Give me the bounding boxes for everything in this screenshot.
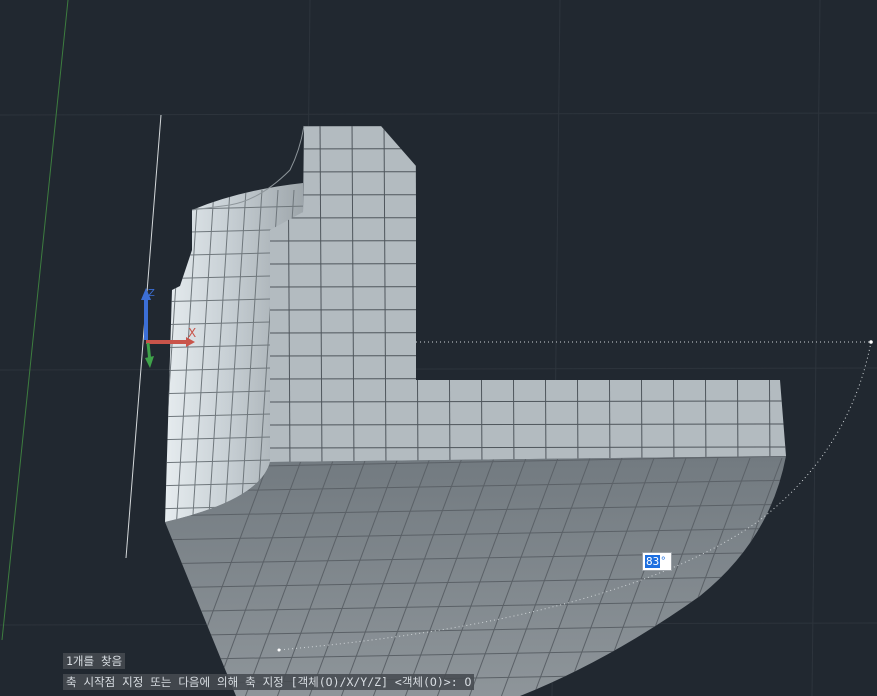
y-axis-line: [1, 0, 69, 641]
grid-line: [811, 0, 821, 696]
construction-line: [125, 114, 162, 559]
mesh-line: [270, 126, 786, 127]
command-prompt-line[interactable]: 축 시작점 지정 또는 다음에 의해 축 지정 [객체(O)/X/Y/Z] <객…: [63, 674, 475, 690]
angle-value[interactable]: 83: [645, 555, 661, 568]
grid-line: [0, 112, 877, 116]
angle-unit: °: [660, 556, 667, 567]
command-history-line: 1개를 찾음: [63, 653, 126, 669]
model-space-canvas[interactable]: Z X: [0, 0, 877, 696]
revolve-end-point[interactable]: [277, 648, 281, 652]
ucs-x-label: X: [188, 326, 196, 340]
drawing-viewport[interactable]: Z X 83° 1개를 찾음 축 시작점 지정 또는 다음에 의해 축 지정 […: [0, 0, 877, 696]
revolve-grip-point[interactable]: [869, 340, 873, 344]
grid-line: [0, 367, 877, 371]
solid-top-face[interactable]: [191, 120, 790, 470]
ucs-z-label: Z: [148, 288, 155, 299]
mesh-line: [788, 458, 877, 696]
solid-lower-face[interactable]: [150, 456, 877, 696]
dynamic-angle-input[interactable]: 83°: [642, 552, 672, 571]
